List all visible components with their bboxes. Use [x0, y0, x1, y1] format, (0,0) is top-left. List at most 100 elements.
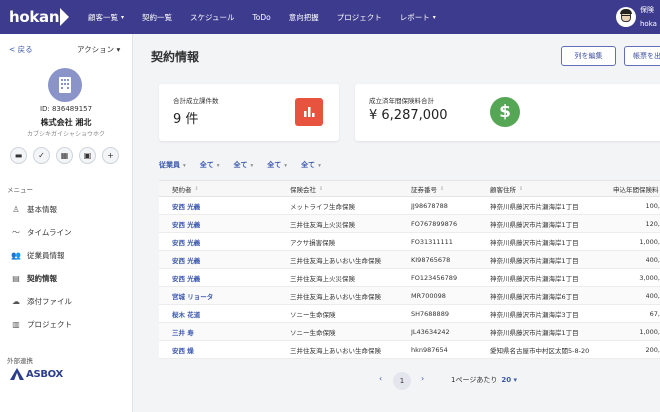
cell-contractor[interactable]: 安西 光義 [172, 233, 200, 250]
building-icon [48, 68, 82, 102]
sort-icon: ⇕ [440, 185, 445, 192]
cell-premium: 1,000, [639, 327, 660, 336]
prev-page-icon[interactable]: ‹ [379, 374, 382, 383]
top-navigation-bar: hokan 顧客一覧 ▾ 契約一覧 スケジュール ToDo 意向把握 プロジェクト… [0, 0, 660, 34]
nav-contracts[interactable]: 契約一覧 [133, 0, 181, 34]
column-header-policy-number[interactable]: 証券番号 ⇕ [411, 181, 444, 196]
cell-contractor[interactable]: 安西 光義 [172, 215, 200, 232]
cell-insurer: 三井住友海上あいおい生命保険 [290, 256, 381, 265]
cell-premium: 400, [645, 291, 660, 300]
cell-contractor[interactable]: 桜木 花道 [172, 305, 200, 322]
cell-premium: 67, [649, 309, 660, 318]
hokan-logo[interactable]: hokan [9, 8, 79, 26]
filter-all-3[interactable]: 全て ▾ [267, 160, 287, 170]
cell-policy-number: FO31311111 [411, 237, 453, 246]
card-label: 合計成立課件数 [173, 97, 219, 105]
page-title: 契約情報 [151, 50, 200, 64]
table-row[interactable]: 宮城 リョータ 三井住友海上あいおい生命保険 MR700098 神奈川県藤沢市片瀬海岸… [159, 287, 660, 305]
nav-projects[interactable]: プロジェクト [328, 0, 391, 34]
nav-customers[interactable]: 顧客一覧 ▾ [79, 0, 133, 34]
cell-contractor[interactable]: 三井 寿 [172, 323, 194, 340]
cell-premium: 100, [645, 201, 660, 210]
filter-all-4[interactable]: 全て ▾ [301, 160, 321, 170]
quick-actions: ▬ ✓ ▦ ▣ + [10, 147, 125, 164]
back-link[interactable]: < 戻る [9, 44, 33, 55]
table-row[interactable]: 安西 光義 三井住友海上火災保険 FO123456789 神奈川県藤沢市片瀬海岸1丁目… [159, 269, 660, 287]
card-value: 9 件 [173, 112, 199, 127]
sidebar-item-projects[interactable]: ▥ プロジェクト [10, 317, 72, 331]
nav-todo[interactable]: ToDo [244, 0, 280, 34]
sidebar-item-basic-info[interactable]: ♙ 基本情報 [10, 202, 57, 216]
per-page-selector[interactable]: 1ページあたり 20 ▾ [451, 375, 517, 385]
cell-contractor[interactable]: 安西 光義 [172, 197, 200, 214]
cell-contractor[interactable]: 安西 燥 [172, 341, 194, 358]
nav-intent[interactable]: 意向把握 [280, 0, 328, 34]
asbox-mark-icon [10, 368, 24, 380]
timeline-icon: 〜 [12, 227, 20, 237]
filter-all-1[interactable]: 全て ▾ [200, 160, 220, 170]
action-dropdown[interactable]: アクション ▾ [77, 44, 120, 55]
sidebar-item-timeline[interactable]: 〜タイムライン [10, 225, 71, 239]
table-row[interactable]: 安西 光義 メットライフ生命保険 JJ98678788 神奈川県藤沢市片瀬海岸1丁目 1… [159, 197, 660, 215]
card-label: 成立済年間保険料合計 [369, 97, 434, 105]
cell-policy-number: JL43634242 [411, 327, 450, 336]
user-menu[interactable]: 保険 hoka [616, 3, 657, 31]
check-icon[interactable]: ✓ [33, 147, 50, 164]
column-header-address[interactable]: 顧客住所 ⇕ [490, 181, 523, 196]
cell-address: 神奈川県藤沢市片瀬海岸1丁目 [490, 220, 579, 229]
next-page-icon[interactable]: › [421, 374, 424, 383]
cell-contractor[interactable]: 安西 光義 [172, 269, 200, 286]
cell-premium: 120, [645, 219, 660, 228]
cell-address: 神奈川県藤沢市片瀬海岸1丁目 [490, 328, 579, 337]
plus-icon[interactable]: + [102, 147, 119, 164]
column-header-contractor[interactable]: 契約者 ⇕ [172, 181, 199, 196]
cell-insurer: ソニー生命保険 [290, 328, 336, 337]
calendar-icon[interactable]: ▦ [56, 147, 73, 164]
cloud-upload-icon: ☁ [12, 296, 20, 306]
cell-premium: 3,000, [639, 273, 660, 282]
nav-schedule[interactable]: スケジュール [181, 0, 243, 34]
sidebar-item-attachments[interactable]: ☁ 添付ファイル [10, 294, 72, 308]
logo-text: hokan [9, 8, 60, 26]
chevron-down-icon: ▾ [284, 163, 288, 169]
column-header-premium[interactable]: 申込年間保険料 [613, 181, 659, 196]
cell-policy-number: KI98765678 [411, 255, 451, 264]
edit-columns-button[interactable]: 列を編集 [561, 46, 616, 66]
main-nav: 顧客一覧 ▾ 契約一覧 スケジュール ToDo 意向把握 プロジェクト レポート ▾ [79, 0, 445, 34]
cell-contractor[interactable]: 安西 光義 [172, 251, 200, 268]
table-row[interactable]: 安西 光義 アクサ損害保険 FO31311111 神奈川県藤沢市片瀬海岸1丁目 1,00… [159, 233, 660, 251]
table-row[interactable]: 桜木 花道 ソニー生命保険 SH7688889 神奈川県藤沢市片瀬海岸3丁目 67, [159, 305, 660, 323]
table-row[interactable]: 安西 燥 三井住友海上あいおい生命保険 hkn987654 愛知県名古屋市中村区太閤5… [159, 341, 660, 359]
filter-employee[interactable]: 従業員 ▾ [159, 160, 186, 170]
contact-card-icon[interactable]: ▣ [79, 147, 96, 164]
cell-insurer: ソニー生命保険 [290, 310, 336, 319]
nav-reports[interactable]: レポート ▾ [391, 0, 445, 34]
table-row[interactable]: 安西 光義 三井住友海上火災保険 FO767899876 神奈川県藤沢市片瀬海岸1丁目… [159, 215, 660, 233]
chat-icon[interactable]: ▬ [10, 147, 27, 164]
cell-policy-number: hkn987654 [411, 345, 448, 354]
cell-address: 神奈川県藤沢市片瀬海岸1丁目 [490, 256, 579, 265]
cell-contractor[interactable]: 宮城 リョータ [172, 287, 213, 304]
cell-policy-number: FO123456789 [411, 273, 458, 282]
cell-policy-number: SH7688889 [411, 309, 449, 318]
filter-all-2[interactable]: 全て ▾ [234, 160, 254, 170]
form-output-button[interactable]: 帳票を出 [624, 46, 660, 66]
asbox-logo[interactable]: ASBOX [10, 368, 63, 380]
column-header-insurer[interactable]: 保険会社 ⇕ [290, 181, 323, 196]
cell-address: 神奈川県藤沢市片瀬海岸6丁目 [490, 292, 579, 301]
sidebar-item-employees[interactable]: 👥 従業員情報 [10, 248, 64, 262]
sidebar-item-contracts[interactable]: ▤ 契約情報 [10, 271, 57, 285]
chevron-down-icon: ▾ [250, 163, 254, 169]
cell-policy-number: MR700098 [411, 291, 446, 300]
cell-policy-number: FO767899876 [411, 219, 458, 228]
table-row[interactable]: 安西 光義 三井住友海上あいおい生命保険 KI98765678 神奈川県藤沢市片瀬海岸… [159, 251, 660, 269]
external-integration-label: 外部連携 [7, 357, 33, 365]
annual-premium-card: 成立済年間保険料合計 ¥ 6,287,000 $ [355, 84, 660, 141]
current-page[interactable]: 1 [393, 372, 411, 390]
sort-icon: ⇕ [194, 185, 199, 192]
company-kana: カブシキガイシャショウホク [26, 131, 105, 138]
table-row[interactable]: 三井 寿 ソニー生命保険 JL43634242 神奈川県藤沢市片瀬海岸1丁目 1,000… [159, 323, 660, 341]
clipboard-icon: ▥ [12, 319, 20, 329]
cell-address: 愛知県名古屋市中村区太閤5-8-20 [490, 346, 590, 355]
contract-icon: ▤ [12, 273, 20, 283]
